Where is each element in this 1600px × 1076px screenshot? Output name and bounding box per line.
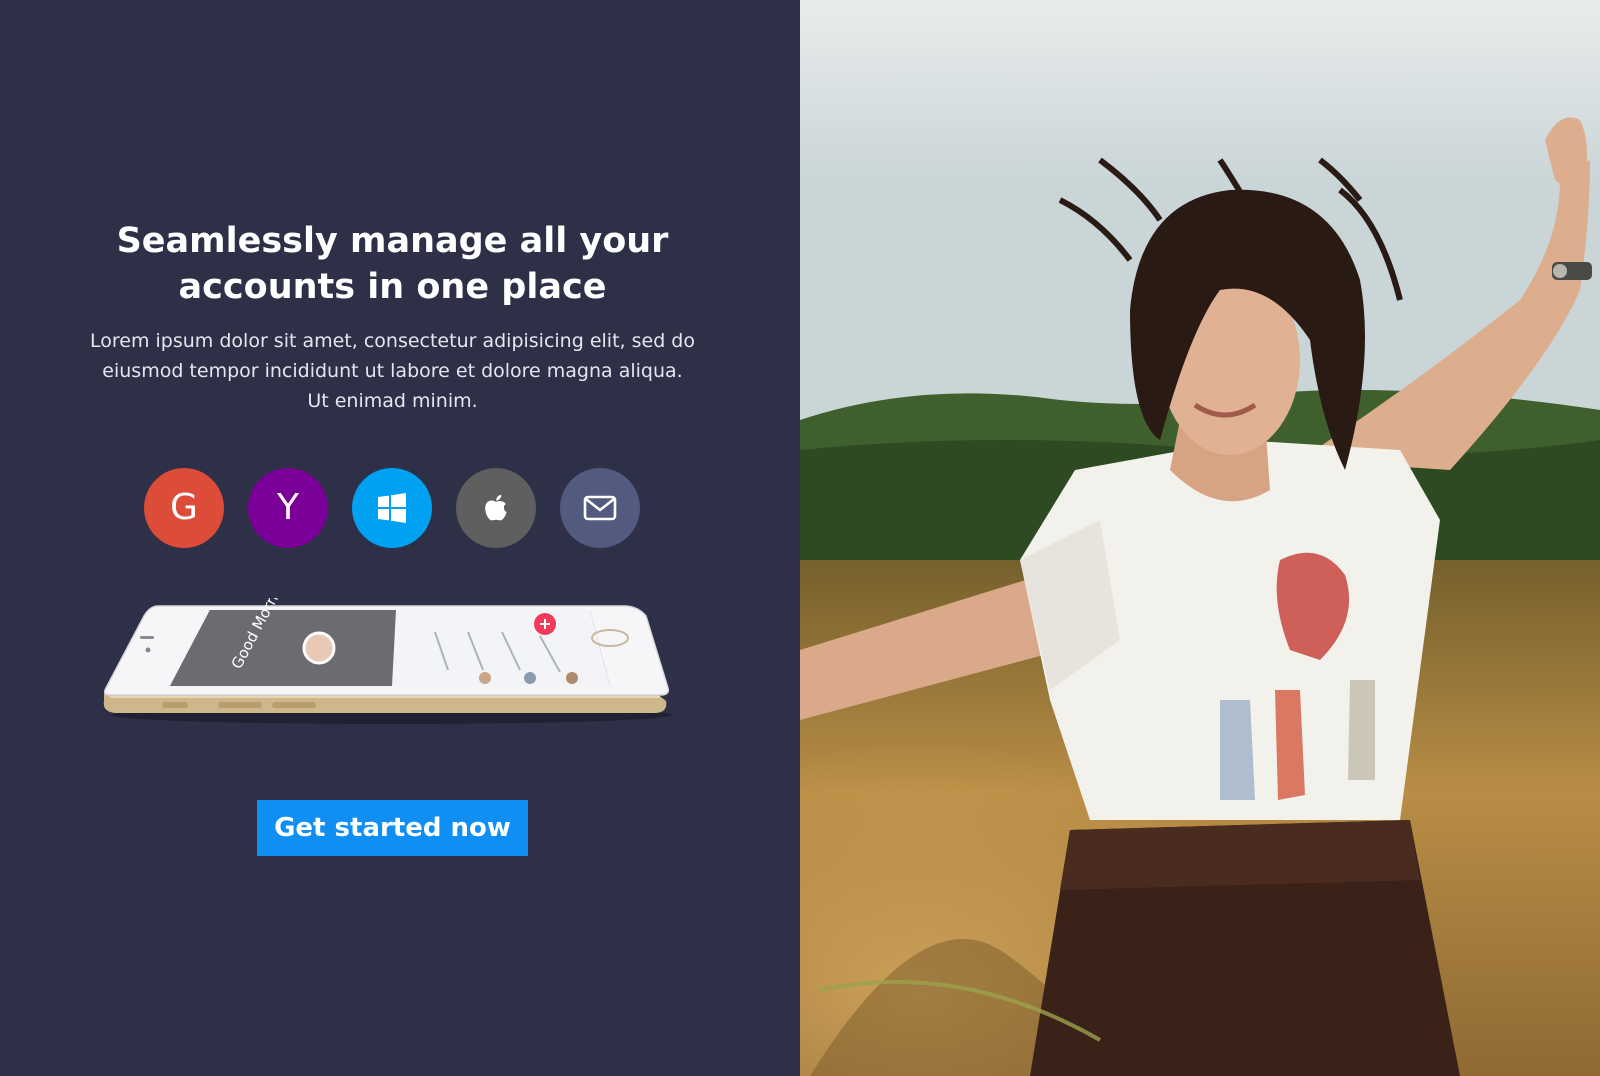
google-icon: G	[170, 487, 198, 528]
yahoo-login-button[interactable]: Y	[248, 468, 328, 548]
email-icon	[583, 495, 617, 521]
email-login-button[interactable]	[560, 468, 640, 548]
headline-line-1: Seamlessly manage all your	[116, 221, 669, 261]
phone-illustration: Good Morning	[103, 571, 672, 724]
yahoo-icon: Y	[277, 487, 299, 528]
apple-login-button[interactable]	[456, 468, 536, 548]
phone-mockup: Good Morning	[100, 571, 685, 728]
get-started-button[interactable]: Get started now	[257, 800, 528, 856]
page-title: Seamlessly manage all your accounts in o…	[90, 218, 695, 310]
hero-photo	[800, 0, 1600, 1076]
windows-icon	[378, 493, 406, 523]
windows-login-button[interactable]	[352, 468, 432, 548]
headline-line-2: accounts in one place	[178, 267, 607, 307]
social-login-row: G Y	[0, 468, 784, 548]
hero-description: Lorem ipsum dolor sit amet, consectetur …	[90, 330, 695, 412]
apple-icon	[485, 494, 507, 521]
left-panel: Seamlessly manage all your accounts in o…	[0, 0, 800, 1076]
google-login-button[interactable]: G	[144, 468, 224, 548]
